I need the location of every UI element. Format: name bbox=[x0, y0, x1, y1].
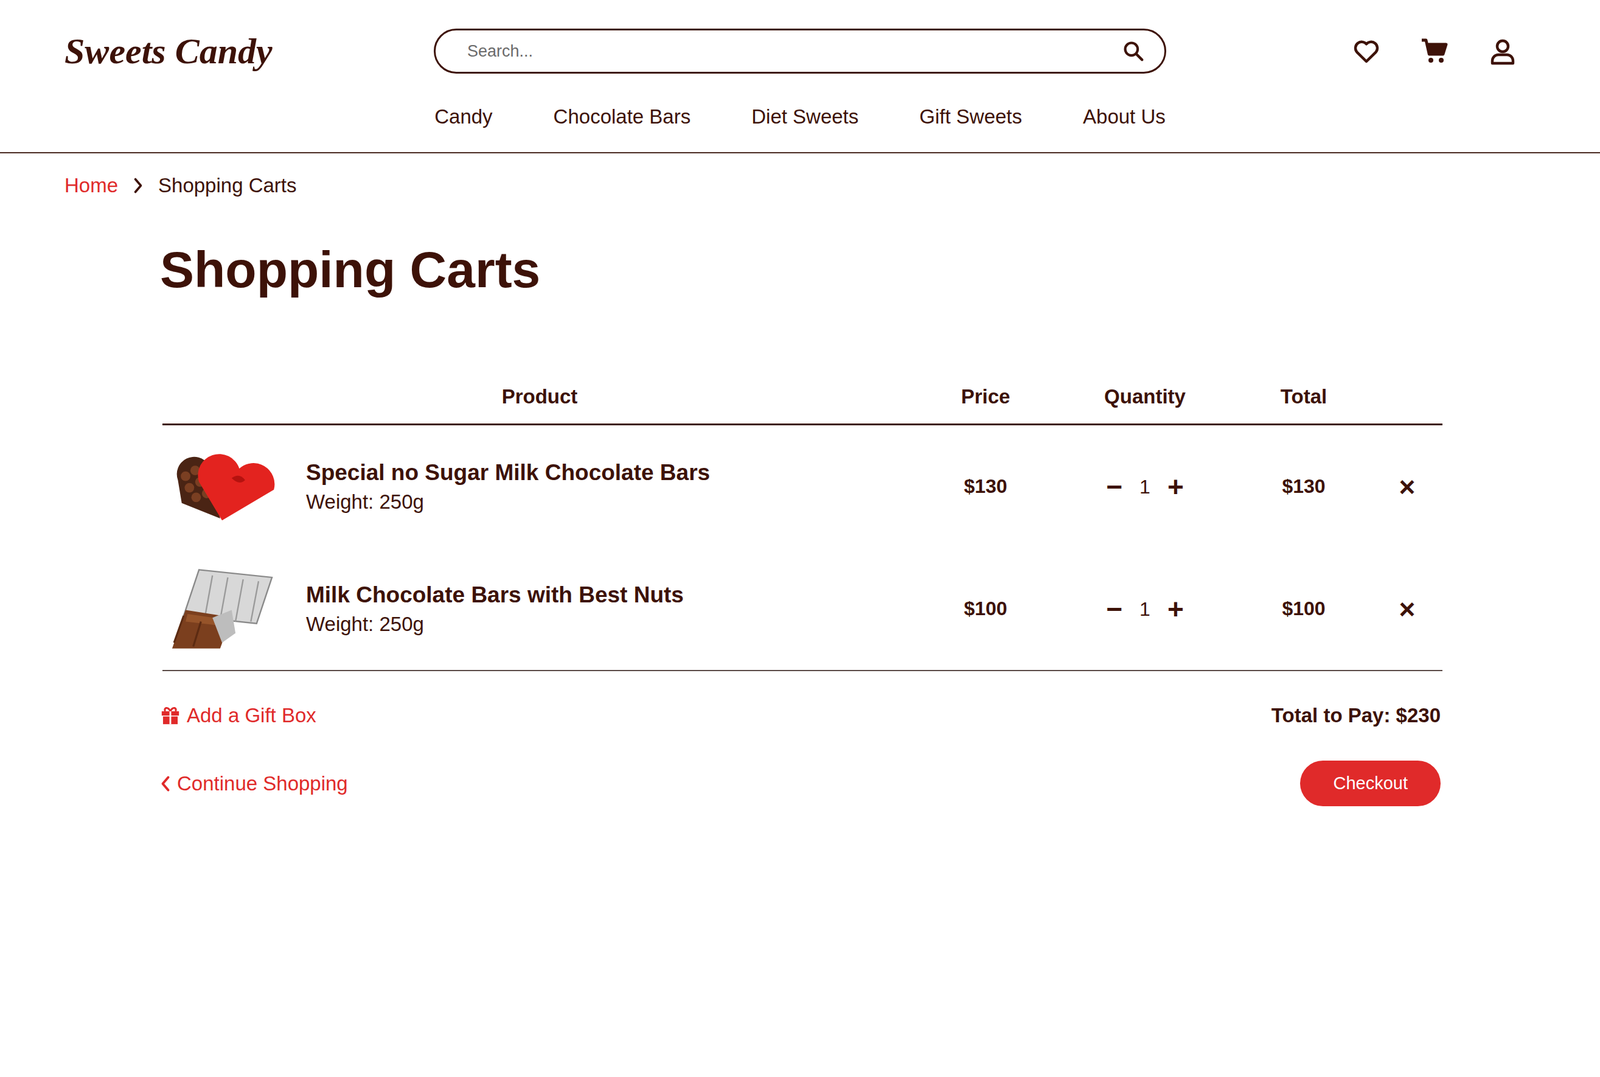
nav-item[interactable]: Diet Sweets bbox=[751, 102, 859, 131]
cart-table: ProductPriceQuantityTotal Special no Suga… bbox=[162, 382, 1443, 672]
user-icon[interactable] bbox=[1488, 36, 1518, 66]
quantity-control: −1 + bbox=[1054, 593, 1236, 625]
product-info: Milk Chocolate Bars with Best NutsWeight… bbox=[306, 580, 684, 638]
product-info: Special no Sugar Milk Chocolate BarsWeig… bbox=[306, 458, 710, 516]
add-gift-box-button[interactable]: Add a Gift Box bbox=[160, 701, 317, 729]
heart-box-icon bbox=[164, 443, 280, 530]
header-icons bbox=[1166, 36, 1600, 66]
column-header: Total bbox=[1235, 382, 1372, 411]
nav-item[interactable]: Gift Sweets bbox=[919, 102, 1023, 131]
remove-cell: × bbox=[1371, 471, 1443, 502]
nav-item[interactable]: About Us bbox=[1082, 102, 1166, 131]
price-cell: $100 bbox=[916, 597, 1055, 620]
total-cell: $130 bbox=[1235, 475, 1372, 498]
product-name[interactable]: Special no Sugar Milk Chocolate Bars bbox=[306, 458, 710, 488]
chevron-right-icon bbox=[132, 176, 144, 195]
increment-button[interactable]: + bbox=[1167, 593, 1184, 625]
quantity-control: −1 + bbox=[1054, 471, 1236, 502]
quantity-value[interactable]: 1 bbox=[1139, 471, 1151, 502]
table-header: ProductPriceQuantityTotal bbox=[162, 382, 1443, 426]
table-row: Special no Sugar Milk Chocolate BarsWeig… bbox=[162, 425, 1443, 548]
table-body: Special no Sugar Milk Chocolate BarsWeig… bbox=[162, 425, 1443, 672]
search-icon[interactable] bbox=[1121, 39, 1145, 63]
page: Sweets CandyCandy Chocolate Bars Diet Swee… bbox=[0, 0, 1600, 1077]
column-header: Quantity bbox=[1054, 382, 1236, 411]
nav-item[interactable]: Chocolate Bars bbox=[553, 102, 692, 131]
increment-button[interactable]: + bbox=[1167, 471, 1184, 502]
total-to-pay: Total to Pay: $230 bbox=[1271, 701, 1441, 729]
product-cell: Special no Sugar Milk Chocolate BarsWeig… bbox=[162, 441, 917, 533]
breadcrumb-item: Shopping Carts bbox=[158, 171, 297, 199]
remove-button[interactable]: × bbox=[1399, 593, 1416, 625]
chevron-left-icon bbox=[160, 773, 171, 794]
column-header: Price bbox=[916, 382, 1055, 411]
logo[interactable]: Sweets Candy bbox=[0, 30, 434, 73]
total-cell: $100 bbox=[1235, 597, 1372, 620]
search-bar bbox=[433, 28, 1167, 74]
product-name[interactable]: Milk Chocolate Bars with Best Nuts bbox=[306, 580, 684, 610]
product-weight: Weight: 250g bbox=[306, 610, 684, 638]
remove-button[interactable]: × bbox=[1399, 471, 1416, 502]
price-cell: $130 bbox=[916, 475, 1055, 498]
column-header: Product bbox=[162, 382, 917, 411]
product-weight: Weight: 250g bbox=[306, 488, 710, 516]
product-image[interactable] bbox=[162, 563, 282, 655]
actions-row: Continue Shopping Checkout bbox=[160, 760, 1441, 807]
search-input[interactable] bbox=[466, 41, 1122, 62]
product-cell: Milk Chocolate Bars with Best NutsWeight… bbox=[162, 563, 917, 655]
chocolate-bar-icon bbox=[164, 565, 280, 653]
main-nav: Candy Chocolate Bars Diet Sweets Gift Sweet… bbox=[0, 102, 1600, 131]
page-title: Shopping Carts bbox=[160, 239, 1443, 300]
continue-shopping-link[interactable]: Continue Shopping bbox=[160, 769, 348, 797]
top-bar: Sweets Candy bbox=[0, 28, 1600, 74]
checkout-button[interactable]: Checkout bbox=[1300, 760, 1441, 807]
cart-section: Shopping Carts ProductPriceQuantityTotal S… bbox=[160, 239, 1443, 807]
site-header: Sweets CandyCandy Chocolate Bars Diet Swee… bbox=[0, 0, 1600, 154]
table-row: Milk Chocolate Bars with Best NutsWeight… bbox=[162, 547, 1443, 670]
decrement-button[interactable]: − bbox=[1106, 593, 1123, 625]
breadcrumb-item[interactable]: Home bbox=[64, 171, 119, 199]
cart-icon[interactable] bbox=[1419, 36, 1450, 66]
gift-icon bbox=[160, 705, 181, 726]
remove-cell: × bbox=[1371, 593, 1443, 625]
heart-icon[interactable] bbox=[1351, 36, 1381, 66]
breadcrumb: Home Shopping Carts bbox=[0, 171, 1600, 199]
quantity-value[interactable]: 1 bbox=[1139, 593, 1151, 625]
nav-item[interactable]: Candy bbox=[434, 102, 493, 131]
product-image[interactable] bbox=[162, 441, 282, 533]
summary-row: Add a Gift Box Total to Pay: $230 bbox=[160, 701, 1441, 729]
decrement-button[interactable]: − bbox=[1106, 471, 1123, 502]
